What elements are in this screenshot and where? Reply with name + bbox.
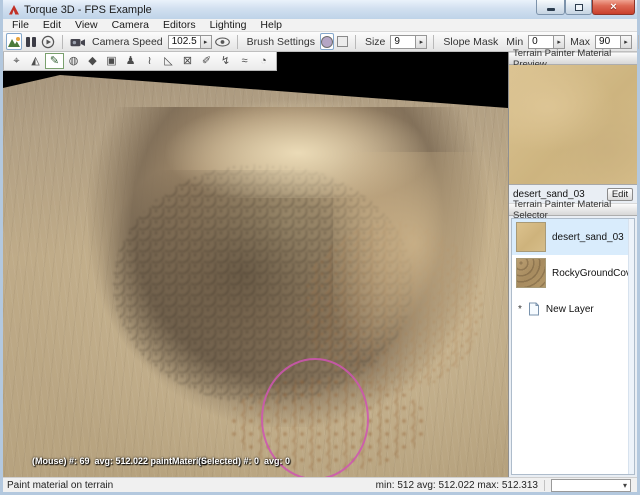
toolbar-separator [433,35,434,49]
material-preview-image [509,65,637,185]
new-layer-page-icon [528,302,540,316]
play-game-button[interactable] [40,33,56,50]
slope-mask-label: Slope Mask [443,36,498,48]
menu-item-file[interactable]: File [5,19,36,32]
slope-max-label: Max [570,36,590,48]
material-list-scrollbar[interactable] [628,219,634,474]
set-height-icon[interactable]: ♟ [121,53,140,69]
select-area-icon[interactable]: ⊠ [178,53,197,69]
material-row[interactable]: desert_sand_03 [512,219,634,255]
camera-speed-input[interactable]: 102.5 ▸ [168,35,212,49]
menu-item-lighting[interactable]: Lighting [203,19,254,32]
ellipse-brush-icon [321,36,333,48]
material-selector-header: Terrain Painter Material Selector [509,203,637,216]
grab-terrain-icon[interactable]: ⌖ [7,53,26,69]
smooth-slope-icon[interactable]: ≈ [235,53,254,69]
brush-settings-label: Brush Settings [247,36,315,48]
restore-icon [575,4,583,11]
toolbar-separator [62,35,63,49]
status-message: Paint material on terrain [7,480,376,491]
status-separator [544,480,545,491]
material-preview-header: Terrain Painter Material Preview [509,52,637,65]
menu-item-edit[interactable]: Edit [36,19,68,32]
camera-speed-dropdown-icon[interactable]: ▸ [200,36,211,48]
paint-noise-icon[interactable]: ◆ [83,53,102,69]
brush-size-input[interactable]: 9 ▸ [390,35,427,49]
brush-size-label: Size [365,36,385,48]
material-label: New Layer [546,304,630,315]
close-icon: × [610,2,616,13]
menu-item-view[interactable]: View [68,19,105,32]
material-list: desert_sand_03 RockyGroundCover * New Layer [512,219,634,327]
clear-terrain-icon[interactable]: ≀ [140,53,159,69]
brush-size-dropdown-icon[interactable]: ▸ [415,36,426,48]
dune-right-highlight [333,152,508,382]
chevron-down-icon: ▾ [623,481,627,490]
menu-bar: FileEditViewCameraEditorsLightingHelp [3,19,637,32]
visibility-button[interactable] [214,33,231,50]
slope-min-dropdown-icon[interactable]: ▸ [553,36,564,48]
torque-logo-icon [8,4,20,16]
menu-item-camera[interactable]: Camera [105,19,156,32]
restore-terrain-icon[interactable]: ✐ [197,53,216,69]
menu-item-editors[interactable]: Editors [156,19,203,32]
slope-min-input[interactable]: 0 ▸ [528,35,565,49]
terrain-ground [3,52,508,477]
status-dropdown[interactable]: ▾ [551,479,631,492]
eye-icon [215,37,230,47]
set-empty-icon[interactable]: ◺ [159,53,178,69]
camera-icon [70,37,86,47]
title-bar[interactable]: Torque 3D - FPS Example × [3,0,637,19]
erode-terrain-icon[interactable]: ↯ [216,53,235,69]
material-label: RockyGroundCover [552,268,635,279]
minimize-button[interactable] [536,0,565,15]
box-brush-button[interactable] [336,33,349,50]
toolbar-separator [638,35,639,49]
window-layout-button[interactable] [24,33,38,50]
slope-max-dropdown-icon[interactable]: ▸ [620,36,631,48]
mouse-terrain-info: (Mouse) #: 69 avg: 512.022 paintMaterial [32,456,206,466]
camera-menu-button[interactable] [69,33,87,50]
terrain-painter-panel: Terrain Painter Material Preview desert_… [508,52,637,477]
new-layer-asterisk: * [518,304,522,315]
app-window: Torque 3D - FPS Example × FileEditViewCa… [0,0,640,495]
terrain-editor-button[interactable] [6,33,22,50]
raise-height-icon[interactable]: ◭ [26,53,45,69]
terrain-tools-toolbar: ⌖◭✎◍◆▣♟≀◺⊠✐↯≈◔ [3,52,277,71]
window-title: Torque 3D - FPS Example [24,4,152,16]
toolbar-separator [355,35,356,49]
mountain-icon [7,36,21,48]
camera-speed-label: Camera Speed [92,36,163,48]
viewport-3d[interactable]: (Mouse) #: 69 avg: 512.022 paintMaterial… [3,52,508,477]
toolbar-separator [237,35,238,49]
material-label: desert_sand_03 [552,232,624,243]
menu-item-help[interactable]: Help [253,19,289,32]
box-brush-icon [337,36,348,47]
restore-button[interactable] [565,0,592,15]
minimize-icon [547,8,555,11]
ellipse-brush-button[interactable] [320,33,334,50]
smooth-height-icon[interactable]: ◍ [64,53,83,69]
flatten-height-icon[interactable]: ▣ [102,53,121,69]
material-thumbnail [516,222,546,252]
new-layer-item[interactable]: * New Layer [512,291,634,327]
paint-material-brush-icon[interactable]: ✎ [45,53,64,69]
status-bar: Paint material on terrain min: 512 avg: … [3,477,637,492]
slope-max-input[interactable]: 90 ▸ [595,35,632,49]
terrain-brush-soft-icon[interactable]: ◔ [254,53,273,69]
play-icon [41,35,55,49]
close-button[interactable]: × [592,0,635,15]
columns-icon [25,36,37,48]
terrain-height-stats: min: 512 avg: 512.022 max: 512.313 [376,480,538,491]
material-row[interactable]: RockyGroundCover [512,255,634,291]
selected-terrain-info: (Selected) #: 0 avg: 0 [198,456,290,466]
slope-min-label: Min [506,36,523,48]
material-thumbnail [516,258,546,288]
